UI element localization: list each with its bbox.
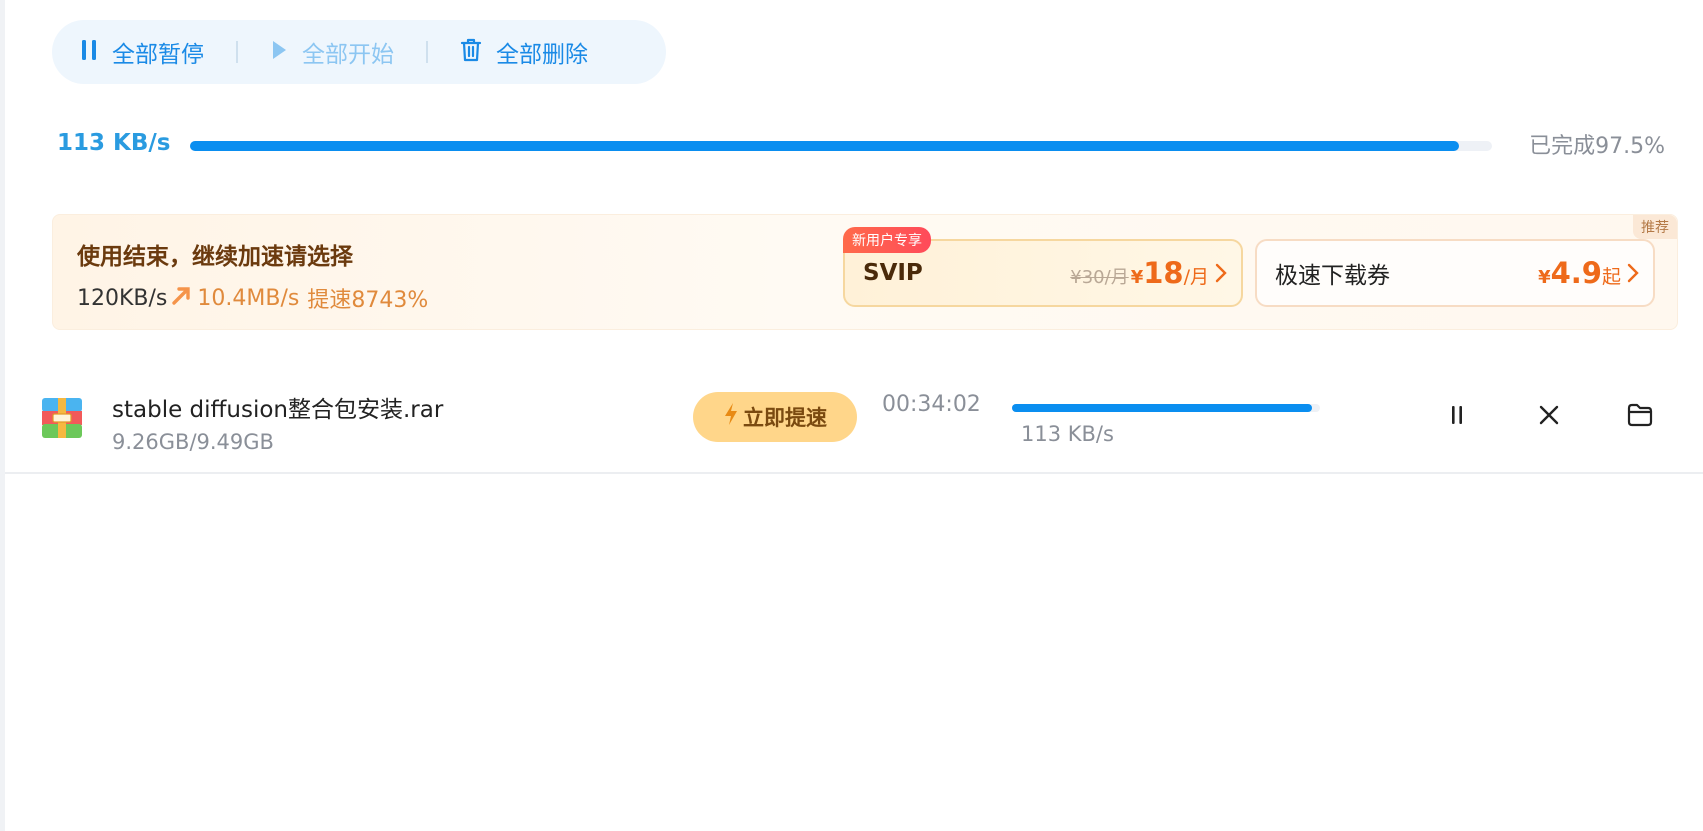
pause-task-button[interactable] [1440, 400, 1474, 434]
svip-yen: ¥ [1130, 267, 1144, 288]
old-speed: 120KB/s [77, 285, 168, 311]
ticket-unit: 起 [1601, 266, 1621, 288]
new-user-badge: 新用户专享 [843, 227, 931, 253]
trash-icon [460, 38, 482, 66]
file-name: stable diffusion整合包安装.rar [112, 397, 444, 423]
ticket-price: ¥ 4.9 起 [1538, 256, 1639, 290]
rar-archive-icon [42, 398, 82, 438]
overall-completed: 已完成97.5% [1529, 134, 1665, 159]
overall-progress-track [190, 141, 1492, 151]
start-all-label: 全部开始 [302, 42, 394, 68]
svip-unit: /月 [1183, 266, 1209, 288]
svip-name: SVIP [863, 260, 923, 286]
promo-title: 使用结束，继续加速请选择 [77, 244, 353, 270]
overall-speed: 113 KB/s [57, 130, 171, 156]
lightning-icon [723, 402, 739, 432]
chevron-right-icon [1215, 261, 1227, 289]
download-manager: 全部暂停 全部开始 全部删除 113 KB/s 已完成97.5% 推荐 使用结束… [0, 0, 1703, 831]
time-remaining: 00:34:02 [882, 392, 981, 417]
pause-icon [80, 39, 98, 65]
new-speed: 10.4MB/s [197, 285, 300, 311]
cancel-task-button[interactable] [1532, 400, 1566, 434]
toolbar-divider [426, 41, 428, 63]
task-speed: 113 KB/s [1021, 422, 1114, 446]
toolbar: 全部暂停 全部开始 全部删除 [52, 20, 666, 84]
close-icon [1538, 404, 1560, 430]
overall-progress-fill [190, 141, 1460, 151]
ticket-yen: ¥ [1538, 267, 1551, 288]
ticket-name: 极速下载券 [1275, 263, 1390, 289]
svip-plan-button[interactable]: 新用户专享 SVIP ¥30/月 ¥ 18 /月 [843, 227, 1243, 307]
pause-icon [1449, 404, 1465, 430]
start-all-button[interactable]: 全部开始 [270, 35, 394, 69]
boost-percent: 提速8743% [307, 288, 429, 313]
speed-ticket-button[interactable]: 极速下载券 ¥ 4.9 起 [1255, 239, 1655, 307]
open-folder-button[interactable] [1623, 400, 1657, 434]
promo-banner: 推荐 使用结束，继续加速请选择 120KB/s 10.4MB/s 提速8743%… [52, 214, 1678, 330]
toolbar-divider [236, 41, 238, 63]
delete-all-label: 全部删除 [496, 42, 588, 68]
file-size: 9.26GB/9.49GB [112, 430, 274, 454]
svip-price-value: 18 [1143, 256, 1184, 290]
play-icon [270, 39, 288, 65]
pause-all-label: 全部暂停 [112, 42, 204, 68]
pause-all-button[interactable]: 全部暂停 [80, 35, 204, 69]
svip-old-price: ¥30/月 [1070, 267, 1129, 288]
recommend-tag: 推荐 [1633, 215, 1677, 239]
folder-icon [1626, 403, 1654, 431]
promo-speed-line: 120KB/s 10.4MB/s 提速8743% [77, 282, 428, 314]
overall-progress: 113 KB/s 已完成97.5% [57, 130, 1667, 160]
chevron-right-icon [1627, 261, 1639, 289]
boost-now-label: 立即提速 [743, 406, 827, 430]
boost-now-button[interactable]: 立即提速 [693, 392, 857, 442]
ticket-price-value: 4.9 [1550, 256, 1602, 290]
svip-price: ¥30/月 ¥ 18 /月 [1070, 256, 1227, 290]
task-progress-track [1012, 404, 1320, 412]
task-progress-fill [1012, 404, 1313, 412]
delete-all-button[interactable]: 全部删除 [460, 35, 588, 69]
download-task-row[interactable]: stable diffusion整合包安装.rar 9.26GB/9.49GB … [5, 370, 1703, 474]
arrow-up-right-icon [171, 284, 193, 312]
